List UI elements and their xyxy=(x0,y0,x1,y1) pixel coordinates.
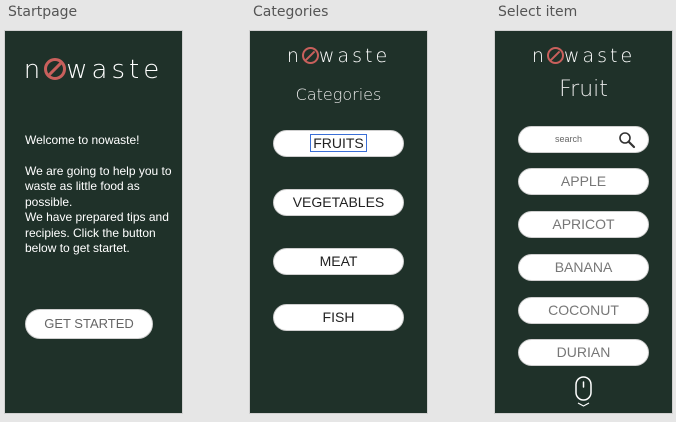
category-button-vegetables[interactable]: VEGETABLES xyxy=(273,189,404,216)
item-button-coconut[interactable]: COCONUT xyxy=(518,297,649,324)
search-placeholder: search xyxy=(554,134,582,144)
search-input[interactable]: search xyxy=(518,126,649,153)
frame-label-select-item: Select item xyxy=(498,4,578,20)
item-button-apricot[interactable]: APRICOT xyxy=(518,211,649,238)
mouse-scroll-icon xyxy=(573,375,595,414)
category-button-fruits[interactable]: FRUITS xyxy=(273,130,404,157)
help-text: We are going to help you to waste as lit… xyxy=(25,163,172,209)
categories-screen: n waste Categories FRUITS VEGETABLES MEAT… xyxy=(249,30,428,414)
nowaste-logo: n waste xyxy=(531,45,636,67)
item-button-banana[interactable]: BANANA xyxy=(518,254,649,281)
nowaste-logo: n waste xyxy=(286,45,391,67)
frame-label-startpage: Startpage xyxy=(8,4,78,20)
select-item-screen: n waste Fruit search APPLE APRICOT BANANA… xyxy=(494,30,673,414)
prepared-text: We have prepared tips and recipies. Clic… xyxy=(25,210,169,255)
nowaste-logo: n waste xyxy=(23,55,164,85)
item-button-apple[interactable]: APPLE xyxy=(518,168,649,195)
frame-label-categories: Categories xyxy=(253,4,329,20)
get-started-button[interactable]: GET STARTED xyxy=(25,309,153,339)
category-button-fish[interactable]: FISH xyxy=(273,304,404,331)
no-sign-icon xyxy=(301,47,319,64)
search-icon[interactable] xyxy=(618,131,636,154)
no-sign-icon xyxy=(44,58,67,80)
welcome-text: Welcome to nowaste! We are going to help… xyxy=(25,133,181,257)
page-title: Fruit xyxy=(559,77,608,102)
startpage-screen: n waste Welcome to nowaste! We are going … xyxy=(4,30,183,414)
category-button-meat[interactable]: MEAT xyxy=(273,248,404,275)
welcome-line: Welcome to nowaste! xyxy=(25,133,140,147)
page-title: Categories xyxy=(295,85,382,104)
item-button-durian[interactable]: DURIAN xyxy=(518,339,649,366)
no-sign-icon xyxy=(546,47,564,64)
